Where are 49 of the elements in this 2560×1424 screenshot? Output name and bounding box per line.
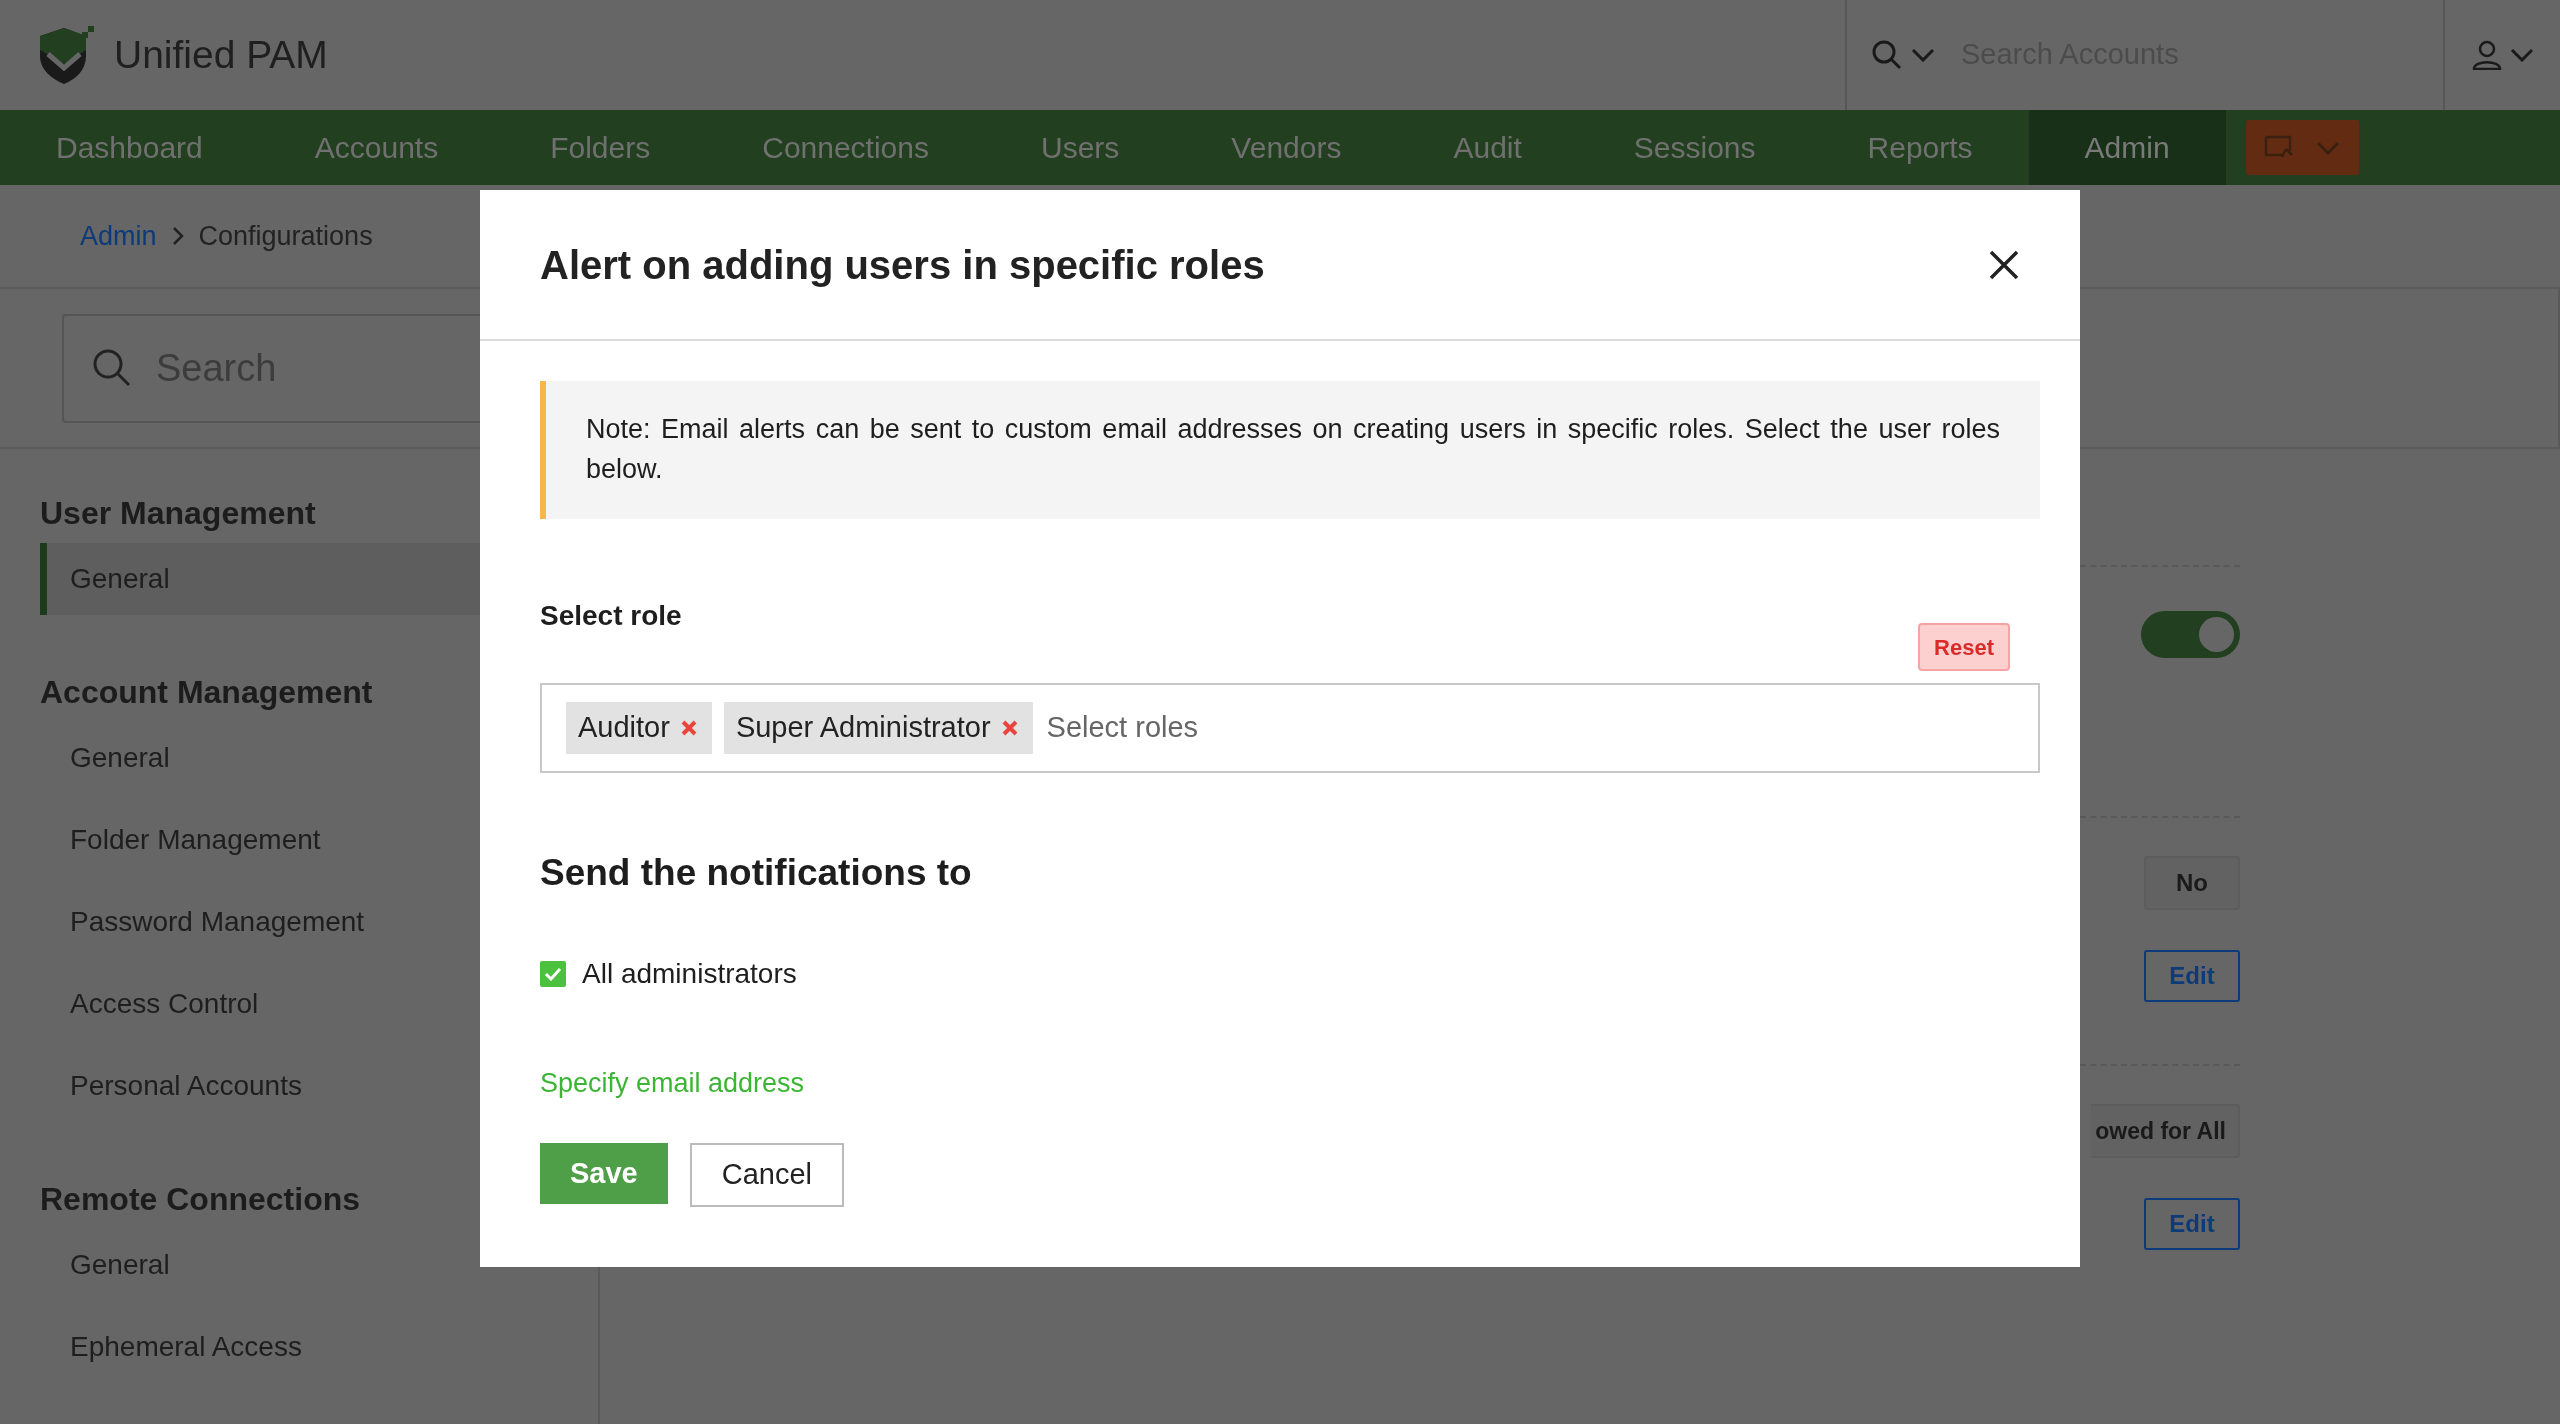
- chevron-down-icon: [2316, 140, 2341, 155]
- value-button[interactable]: owed for All: [2091, 1104, 2240, 1158]
- breadcrumb-link[interactable]: Admin: [80, 215, 157, 257]
- role-select-field[interactable]: Auditor Super Administrator Select roles: [540, 683, 2040, 773]
- search-icon: [92, 348, 132, 388]
- role-tag-label: Super Administrator: [735, 710, 991, 746]
- sidebar-heading: User Management: [40, 494, 317, 533]
- sidebar-heading: Account Management: [40, 673, 374, 712]
- note-text: Note: Email alerts can be sent to custom email addresses on creating users in specific roles. Select the user roles below.: [540, 381, 2040, 519]
- nav-tab[interactable]: Sessions: [1577, 110, 1812, 185]
- search-scope-button[interactable]: [1871, 39, 1935, 71]
- chevron-right-icon: [170, 225, 185, 247]
- reset-button[interactable]: Reset: [1918, 623, 2010, 671]
- nav-tab[interactable]: Reports: [1811, 110, 2029, 185]
- role-tag-label: Auditor: [578, 710, 670, 746]
- section-heading: Send the notifications to: [540, 851, 973, 895]
- user-icon: [2471, 40, 2502, 70]
- remove-icon: [679, 719, 698, 737]
- sidebar-item[interactable]: Ephemeral Access: [40, 1311, 598, 1383]
- nav-tab[interactable]: Connections: [706, 110, 985, 185]
- nav-tab[interactable]: Dashboard: [0, 110, 259, 185]
- remove-button[interactable]: [679, 719, 698, 737]
- remove-icon: [1000, 719, 1019, 737]
- save-button[interactable]: Save: [540, 1143, 668, 1204]
- checkbox[interactable]: [540, 960, 566, 987]
- chevron-down-icon: [2509, 48, 2534, 62]
- nav-tab[interactable]: Users: [985, 110, 1176, 185]
- search-icon: [1871, 39, 1903, 71]
- edit-button[interactable]: Edit: [2144, 1198, 2240, 1250]
- user-menu-button[interactable]: [2471, 40, 2534, 70]
- close-button[interactable]: [1988, 248, 2020, 281]
- nav-tab[interactable]: Admin: [2028, 110, 2226, 185]
- nav-tab[interactable]: Audit: [1397, 110, 1578, 185]
- cancel-button[interactable]: Cancel: [689, 1143, 844, 1207]
- checkbox-label: All administrators: [582, 956, 797, 991]
- value-button[interactable]: No: [2144, 856, 2240, 910]
- check-icon: [544, 966, 562, 981]
- modal-title: Alert on adding users in specific roles: [540, 241, 1265, 289]
- app-title: Unified PAM: [114, 31, 328, 78]
- remove-button[interactable]: [1000, 719, 1019, 737]
- toggle-switch[interactable]: [2141, 611, 2240, 658]
- email-link[interactable]: Specify email address: [540, 1062, 805, 1103]
- edit-button[interactable]: Edit: [2144, 950, 2240, 1002]
- breadcrumb-current: Configurations: [198, 219, 373, 253]
- chevron-down-icon: [1911, 48, 1935, 62]
- nav-tab[interactable]: Vendors: [1175, 110, 1398, 185]
- close-icon: [1988, 248, 2020, 281]
- nav-tab[interactable]: Accounts: [258, 110, 495, 185]
- nav-tab[interactable]: Folders: [494, 110, 707, 185]
